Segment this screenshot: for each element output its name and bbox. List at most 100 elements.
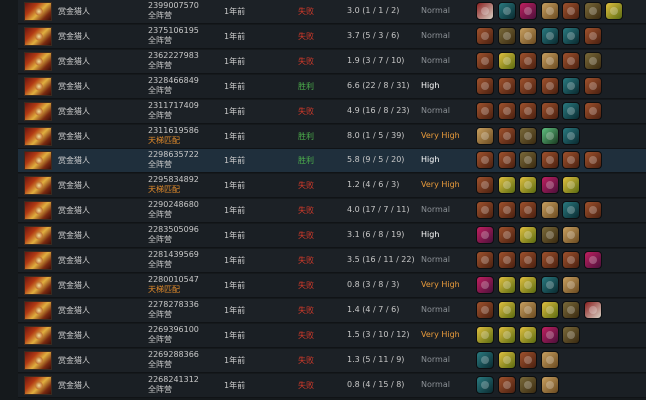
glove-item-icon[interactable] [583, 51, 602, 70]
gem-item-icon[interactable] [497, 51, 516, 70]
boot-item-icon[interactable] [476, 51, 494, 70]
match-row[interactable]: 赏金猎人 2283505096 全阵营 1年前 失败 3.1 (6 / 8 / 19) Hi… [18, 224, 646, 249]
claw-item-icon[interactable] [562, 76, 580, 95]
boot-item-icon[interactable] [519, 76, 537, 95]
match-row[interactable]: 赏金猎人 2269396100 全阵营 1年前 失败 1.5 (3 / 10 / 12) V… [18, 323, 646, 348]
boot-item-icon[interactable] [497, 101, 516, 120]
boot-item-icon[interactable] [562, 2, 580, 20]
match-id-link[interactable]: 2375106195 [148, 26, 199, 36]
boot-item-icon[interactable] [497, 76, 516, 95]
match-row[interactable]: 赏金猎人 2328466849 全阵营 1年前 胜利 6.6 (22 / 8 / 31) H… [18, 74, 646, 99]
boot-item-icon[interactable] [562, 51, 580, 70]
scroll-item-icon[interactable] [540, 2, 559, 20]
boot-item-icon[interactable] [497, 201, 516, 220]
gem-item-icon[interactable] [519, 226, 537, 245]
scroll-item-icon[interactable] [540, 201, 559, 220]
scroll-item-icon[interactable] [519, 26, 537, 45]
scroll-item-icon[interactable] [540, 51, 559, 70]
claw-item-icon[interactable] [476, 350, 494, 369]
match-id-link[interactable]: 2268241312 [148, 375, 199, 385]
sword-item-icon[interactable] [476, 2, 494, 20]
scroll-item-icon[interactable] [540, 375, 559, 394]
hero-portrait-icon[interactable] [24, 226, 52, 246]
match-id-link[interactable]: 2311717409 [148, 101, 199, 111]
boot-item-icon[interactable] [562, 251, 580, 269]
match-id-link[interactable]: 2311619586 [148, 126, 199, 136]
match-row[interactable]: 赏金猎人 2280010547 天梯匹配 1年前 失败 0.8 (3 / 8 / 3) Ve… [18, 273, 646, 298]
gem-item-icon[interactable] [497, 176, 516, 195]
orb-item-icon[interactable] [476, 226, 494, 245]
boot-item-icon[interactable] [519, 350, 537, 369]
hero-portrait-icon[interactable] [24, 126, 52, 146]
orb-item-icon[interactable] [540, 325, 559, 344]
hero-portrait-icon[interactable] [24, 176, 52, 196]
boot-item-icon[interactable] [540, 151, 559, 170]
hero-portrait-icon[interactable] [24, 101, 52, 121]
match-id-link[interactable]: 2269396100 [148, 325, 199, 335]
glove-item-icon[interactable] [583, 2, 602, 20]
scroll-item-icon[interactable] [519, 300, 537, 319]
claw-item-icon[interactable] [562, 126, 580, 145]
claw-item-icon[interactable] [497, 2, 516, 20]
boot-item-icon[interactable] [476, 76, 494, 95]
boot-item-icon[interactable] [476, 251, 494, 269]
hero-portrait-icon[interactable] [24, 325, 52, 345]
gem-item-icon[interactable] [497, 325, 516, 344]
match-id-link[interactable]: 2283505096 [148, 225, 199, 235]
boot-item-icon[interactable] [583, 201, 602, 220]
match-row[interactable]: 赏金猎人 2311619586 天梯匹配 1年前 胜利 8.0 (1 / 5 / 39) V… [18, 124, 646, 149]
glove-item-icon[interactable] [519, 126, 537, 145]
boot-item-icon[interactable] [583, 101, 602, 120]
gem-item-icon[interactable] [540, 300, 559, 319]
match-row[interactable]: 赏金猎人 2298635722 全阵营 1年前 胜利 5.8 (9 / 5 / 20) Hi… [18, 149, 646, 174]
orb-item-icon[interactable] [540, 176, 559, 195]
boot-item-icon[interactable] [476, 26, 494, 45]
boot-item-icon[interactable] [497, 126, 516, 145]
boot-item-icon[interactable] [476, 151, 494, 170]
gem-item-icon[interactable] [476, 325, 494, 344]
scroll-item-icon[interactable] [540, 350, 559, 369]
gem-item-icon[interactable] [519, 176, 537, 195]
boot-item-icon[interactable] [540, 101, 559, 120]
match-id-link[interactable]: 2269288366 [148, 350, 199, 360]
glove-item-icon[interactable] [497, 26, 516, 45]
hero-portrait-icon[interactable] [24, 76, 52, 96]
hero-portrait-icon[interactable] [24, 300, 52, 320]
gem-item-icon[interactable] [519, 275, 537, 294]
gem-item-icon[interactable] [519, 325, 537, 344]
match-id-link[interactable]: 2298635722 [148, 150, 199, 160]
match-id-link[interactable]: 2399007570 [148, 1, 199, 11]
gem-item-icon[interactable] [562, 176, 580, 195]
hero-portrait-icon[interactable] [24, 375, 52, 395]
boot-item-icon[interactable] [519, 201, 537, 220]
boot-item-icon[interactable] [476, 201, 494, 220]
match-row[interactable]: 赏金猎人 2290248680 全阵营 1年前 失败 4.0 (17 / 7 / 11) N… [18, 199, 646, 224]
boot-item-icon[interactable] [497, 375, 516, 394]
match-row[interactable]: 赏金猎人 2311717409 全阵营 1年前 失败 4.9 (16 / 8 / 23) N… [18, 99, 646, 124]
boot-item-icon[interactable] [519, 51, 537, 70]
boot-item-icon[interactable] [540, 251, 559, 269]
match-row[interactable]: 赏金猎人 2268241312 全阵营 1年前 失败 0.8 (4 / 15 / 8) No… [18, 373, 646, 398]
match-row[interactable]: 赏金猎人 2362227983 全阵营 1年前 失败 1.9 (3 / 7 / 10) No… [18, 49, 646, 74]
claw-item-icon[interactable] [562, 201, 580, 220]
boot-item-icon[interactable] [497, 226, 516, 245]
boot-item-icon[interactable] [519, 101, 537, 120]
boot-item-icon[interactable] [583, 26, 602, 45]
glove-item-icon[interactable] [562, 300, 580, 319]
hero-portrait-icon[interactable] [24, 51, 52, 71]
gem-item-icon[interactable] [605, 2, 623, 20]
orb-item-icon[interactable] [476, 275, 494, 294]
match-id-link[interactable]: 2280010547 [148, 275, 199, 285]
hero-portrait-icon[interactable] [24, 26, 52, 46]
boot-item-icon[interactable] [540, 76, 559, 95]
hero-portrait-icon[interactable] [24, 275, 52, 295]
claw-item-icon[interactable] [562, 101, 580, 120]
match-id-link[interactable]: 2328466849 [148, 76, 199, 86]
boot-item-icon[interactable] [583, 151, 602, 170]
match-id-link[interactable]: 2362227983 [148, 51, 199, 61]
scroll-item-icon[interactable] [476, 126, 494, 145]
hero-portrait-icon[interactable] [24, 201, 52, 221]
boot-item-icon[interactable] [476, 101, 494, 120]
gem-item-icon[interactable] [497, 350, 516, 369]
glove-item-icon[interactable] [519, 151, 537, 170]
